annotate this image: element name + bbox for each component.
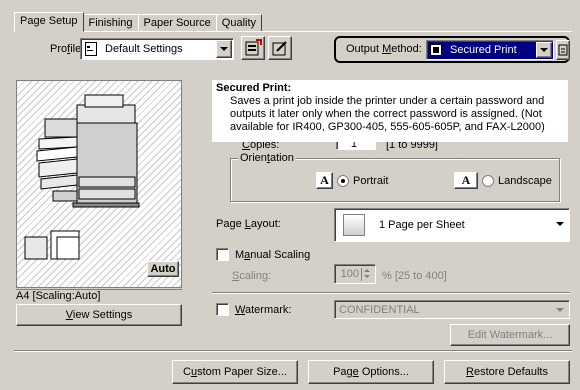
page-layout-icon xyxy=(343,214,365,236)
tab-strip: Page Setup Finishing Paper Source Qualit… xyxy=(14,12,263,32)
scaling-range: % [25 to 400] xyxy=(382,270,447,282)
profile-doc-icon xyxy=(85,42,97,56)
restore-defaults-button[interactable]: Restore Defaults xyxy=(444,360,570,384)
watermark-checkbox[interactable] xyxy=(216,303,229,316)
page-layout-label: Page Layout: xyxy=(216,218,281,230)
watermark[interactable]: Watermark: xyxy=(216,303,291,316)
bottom-separator xyxy=(14,350,572,352)
settings-icon xyxy=(558,44,568,56)
edit-profile-button[interactable] xyxy=(268,36,292,60)
orientation-title: Orientation xyxy=(238,152,296,164)
tab-panel-border xyxy=(14,31,572,32)
save-profile-button[interactable] xyxy=(241,36,265,60)
scaling-spinner: 100 xyxy=(334,264,376,284)
watermark-select: CONFIDENTIAL xyxy=(334,300,570,319)
page-options-label: Page Options... xyxy=(333,366,409,378)
chevron-down-icon[interactable] xyxy=(556,222,564,226)
secured-print-icon xyxy=(430,44,442,56)
landscape-icon: A xyxy=(454,172,478,189)
tab-paper-source[interactable]: Paper Source xyxy=(137,14,217,32)
add-profile-icon xyxy=(245,39,262,56)
custom-paper-size-label: Custom Paper Size... xyxy=(183,366,287,378)
spinner-icon xyxy=(361,268,373,281)
auto-badge: Auto xyxy=(147,261,179,277)
page-layout-value: 1 Page per Sheet xyxy=(379,219,465,231)
printer-illustration xyxy=(24,94,140,260)
output-method-dropdown-button[interactable] xyxy=(536,42,552,58)
orientation-portrait[interactable]: A Portrait xyxy=(316,172,388,189)
tab-quality[interactable]: Quality xyxy=(215,14,263,32)
chevron-down-icon xyxy=(556,308,564,312)
watermark-value: CONFIDENTIAL xyxy=(339,303,420,316)
edit-profile-icon xyxy=(272,41,287,56)
output-method-label: Output Method: xyxy=(346,43,422,55)
preview-status: A4 [Scaling:Auto] xyxy=(16,289,182,303)
scaling-label: Scaling: xyxy=(232,270,272,282)
separator xyxy=(212,292,570,294)
tooltip-line-1: Saves a print job inside the printer und… xyxy=(230,95,545,107)
output-method-select[interactable]: Secured Print xyxy=(426,40,554,60)
orientation-landscape[interactable]: A Landscape xyxy=(454,172,552,189)
secured-print-tooltip: Secured Print: Saves a print job inside … xyxy=(212,80,568,142)
profile-value: Default Settings xyxy=(105,43,183,55)
scaling-value: 100 xyxy=(340,268,359,280)
manual-scaling[interactable]: Manual Scaling xyxy=(216,248,310,261)
watermark-label: Watermark: xyxy=(235,303,292,316)
printer-preview: Auto xyxy=(16,80,182,288)
portrait-icon: A xyxy=(316,172,333,189)
tab-finishing[interactable]: Finishing xyxy=(82,14,139,32)
profile-select[interactable]: Default Settings xyxy=(80,38,234,60)
tooltip-line-3: available for IR400, GP300-405, 555-605-… xyxy=(230,121,545,133)
custom-paper-size-button[interactable]: Custom Paper Size... xyxy=(172,360,298,384)
output-method-value: Secured Print xyxy=(450,44,517,56)
view-settings-label: View Settings xyxy=(65,309,133,321)
portrait-radio[interactable] xyxy=(337,174,349,187)
landscape-label: Landscape xyxy=(498,174,552,187)
profile-dropdown-button[interactable] xyxy=(216,40,232,58)
page-options-button[interactable]: Page Options... xyxy=(308,360,434,384)
edit-watermark-button: Edit Watermark... xyxy=(450,324,570,346)
manual-scaling-label: Manual Scaling xyxy=(235,248,311,261)
tooltip-line-2: outputs it later only when the correct p… xyxy=(230,108,542,120)
page-layout-select[interactable]: 1 Page per Sheet xyxy=(334,208,570,242)
manual-scaling-checkbox[interactable] xyxy=(216,248,229,261)
view-settings-button[interactable]: View Settings xyxy=(16,304,182,326)
chevron-down-icon xyxy=(540,48,548,52)
output-method-settings-button[interactable] xyxy=(556,40,570,60)
restore-defaults-label: Restore Defaults xyxy=(466,366,548,378)
landscape-radio[interactable] xyxy=(482,174,494,187)
chevron-down-icon xyxy=(220,47,228,51)
tooltip-title: Secured Print: xyxy=(216,82,292,94)
tab-page-setup[interactable]: Page Setup xyxy=(14,12,84,32)
portrait-label: Portrait xyxy=(353,174,389,187)
